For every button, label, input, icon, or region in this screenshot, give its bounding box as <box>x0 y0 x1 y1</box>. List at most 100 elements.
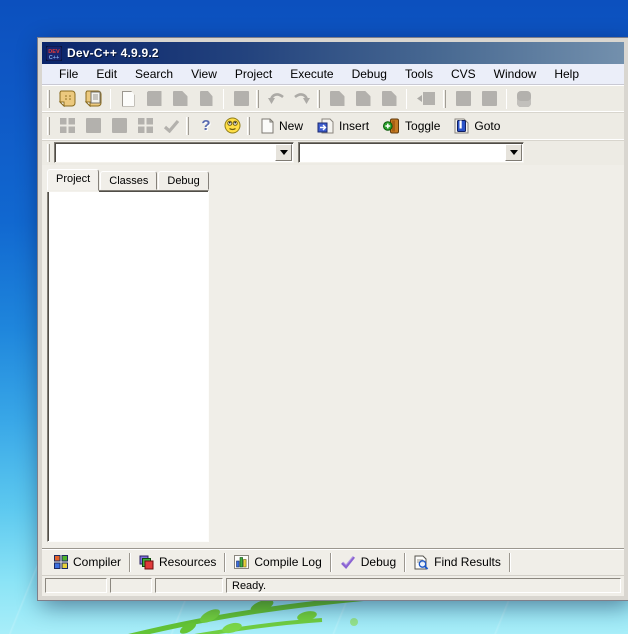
menu-search[interactable]: Search <box>126 65 182 83</box>
wallpaper-branch-graphic <box>92 594 412 634</box>
toggle-bookmark-icon <box>383 118 400 134</box>
tab-debug[interactable]: Debug <box>333 552 403 572</box>
tab-compile-log[interactable]: Compile Log <box>227 552 328 572</box>
menu-edit[interactable]: Edit <box>87 65 126 83</box>
devcpp-app-icon: DEV C++ <box>46 46 62 61</box>
open-file-button[interactable] <box>80 87 106 111</box>
profile-button-disabled <box>476 87 502 111</box>
compile-log-icon <box>234 555 249 569</box>
menu-project[interactable]: Project <box>226 65 281 83</box>
toolbar-gripper[interactable] <box>443 90 446 108</box>
insert-button-label: Insert <box>339 119 369 133</box>
tab-resources[interactable]: Resources <box>132 552 223 573</box>
rebuild-icon <box>416 91 436 106</box>
toolbar-separator <box>223 89 224 109</box>
tab-separator <box>129 553 131 572</box>
report-tabs: Compiler Resources Compile <box>42 548 624 575</box>
compile-run-button-disabled <box>376 87 402 111</box>
project-properties-icon <box>112 118 127 133</box>
tip-of-day-button[interactable] <box>219 114 245 138</box>
new-button[interactable]: New <box>254 115 310 137</box>
status-panel-modified <box>110 578 152 593</box>
goto-bookmark-icon <box>454 118 469 134</box>
toolbar-gripper[interactable] <box>247 117 250 135</box>
help-button[interactable]: ? <box>193 114 219 138</box>
goto-button-label: Goto <box>474 119 500 133</box>
toolbar-gripper[interactable] <box>47 117 50 135</box>
compile-button-disabled <box>324 87 350 111</box>
tab-find-results[interactable]: Find Results <box>407 552 508 573</box>
window-title: Dev-C++ 4.9.9.2 <box>67 46 159 60</box>
menu-window[interactable]: Window <box>485 65 546 83</box>
undo-button-disabled <box>263 87 289 111</box>
member-combobox-value[interactable] <box>299 143 504 162</box>
redo-icon <box>293 91 311 106</box>
menu-cvs[interactable]: CVS <box>442 65 485 83</box>
toolbar-gripper[interactable] <box>186 117 189 135</box>
menu-execute[interactable]: Execute <box>281 65 342 83</box>
toolbar-classbrowser <box>42 139 624 165</box>
menu-view[interactable]: View <box>182 65 226 83</box>
save-button-disabled <box>141 87 167 111</box>
tab-project[interactable]: Project <box>47 169 99 191</box>
new-page-icon <box>261 118 274 134</box>
title-bar[interactable]: DEV C++ Dev-C++ 4.9.9.2 <box>42 42 624 64</box>
tab-compiler[interactable]: Compiler <box>47 552 128 572</box>
compile-run-icon <box>382 91 397 106</box>
status-bar: Ready. <box>42 575 624 596</box>
save-all-icon <box>200 91 213 106</box>
symbol-combobox-value[interactable] <box>55 143 274 162</box>
toolbar-separator <box>110 89 111 109</box>
save-all-button-disabled <box>193 87 219 111</box>
remove-from-project-button-disabled <box>80 114 106 138</box>
resources-icon <box>139 555 154 570</box>
close-button-disabled <box>228 87 254 111</box>
tab-classes[interactable]: Classes <box>100 171 157 190</box>
toolbar-separator <box>406 89 407 109</box>
debug-run-button-disabled <box>450 87 476 111</box>
toolbar-main <box>42 85 624 111</box>
open-file-icon <box>84 90 102 107</box>
toggle-button-label: Toggle <box>405 119 440 133</box>
tab-compile-log-label: Compile Log <box>254 555 321 569</box>
toolbar-project-specials: ? New <box>42 111 624 139</box>
new-button-label: New <box>279 119 303 133</box>
member-combobox-dropdown-button[interactable] <box>505 144 522 161</box>
chevron-down-icon <box>280 150 288 155</box>
menu-help[interactable]: Help <box>545 65 588 83</box>
goto-button[interactable]: Goto <box>447 115 507 137</box>
save-as-button-disabled <box>167 87 193 111</box>
project-properties-button-disabled <box>106 114 132 138</box>
toolbar-gripper[interactable] <box>317 90 320 108</box>
menu-file[interactable]: File <box>50 65 87 83</box>
desktop-wallpaper: DEV C++ Dev-C++ 4.9.9.2 File Edit Search… <box>0 0 628 634</box>
devcpp-window: DEV C++ Dev-C++ 4.9.9.2 File Edit Search… <box>38 38 628 600</box>
svg-text:C++: C++ <box>49 55 60 61</box>
run-icon <box>356 91 371 106</box>
toolbar-gripper[interactable] <box>256 90 259 108</box>
status-panel-caret <box>45 578 107 593</box>
profiling-analysis-icon <box>517 91 531 107</box>
project-tree-panel[interactable] <box>47 190 209 542</box>
symbol-combobox[interactable] <box>54 142 294 163</box>
toolbar-gripper[interactable] <box>47 90 50 108</box>
toolbar-gripper[interactable] <box>47 144 50 162</box>
menu-debug[interactable]: Debug <box>343 65 396 83</box>
insert-button[interactable]: Insert <box>310 115 376 137</box>
open-project-button[interactable] <box>54 87 80 111</box>
close-file-icon <box>234 91 249 106</box>
symbol-combobox-dropdown-button[interactable] <box>275 144 292 161</box>
tab-compiler-label: Compiler <box>73 555 121 569</box>
undo-icon <box>267 91 285 106</box>
menu-tools[interactable]: Tools <box>396 65 442 83</box>
tab-debug[interactable]: Debug <box>158 171 208 190</box>
member-combobox[interactable] <box>298 142 524 163</box>
toggle-button[interactable]: Toggle <box>376 115 447 137</box>
new-source-button-disabled <box>115 87 141 111</box>
tab-find-results-label: Find Results <box>434 555 501 569</box>
client-area: Project Classes Debug <box>42 165 624 548</box>
remove-from-project-icon <box>86 118 101 133</box>
status-panel-insert-mode <box>155 578 223 593</box>
project-browser-pane: Project Classes Debug <box>47 168 209 542</box>
tab-debug-label: Debug <box>361 555 396 569</box>
